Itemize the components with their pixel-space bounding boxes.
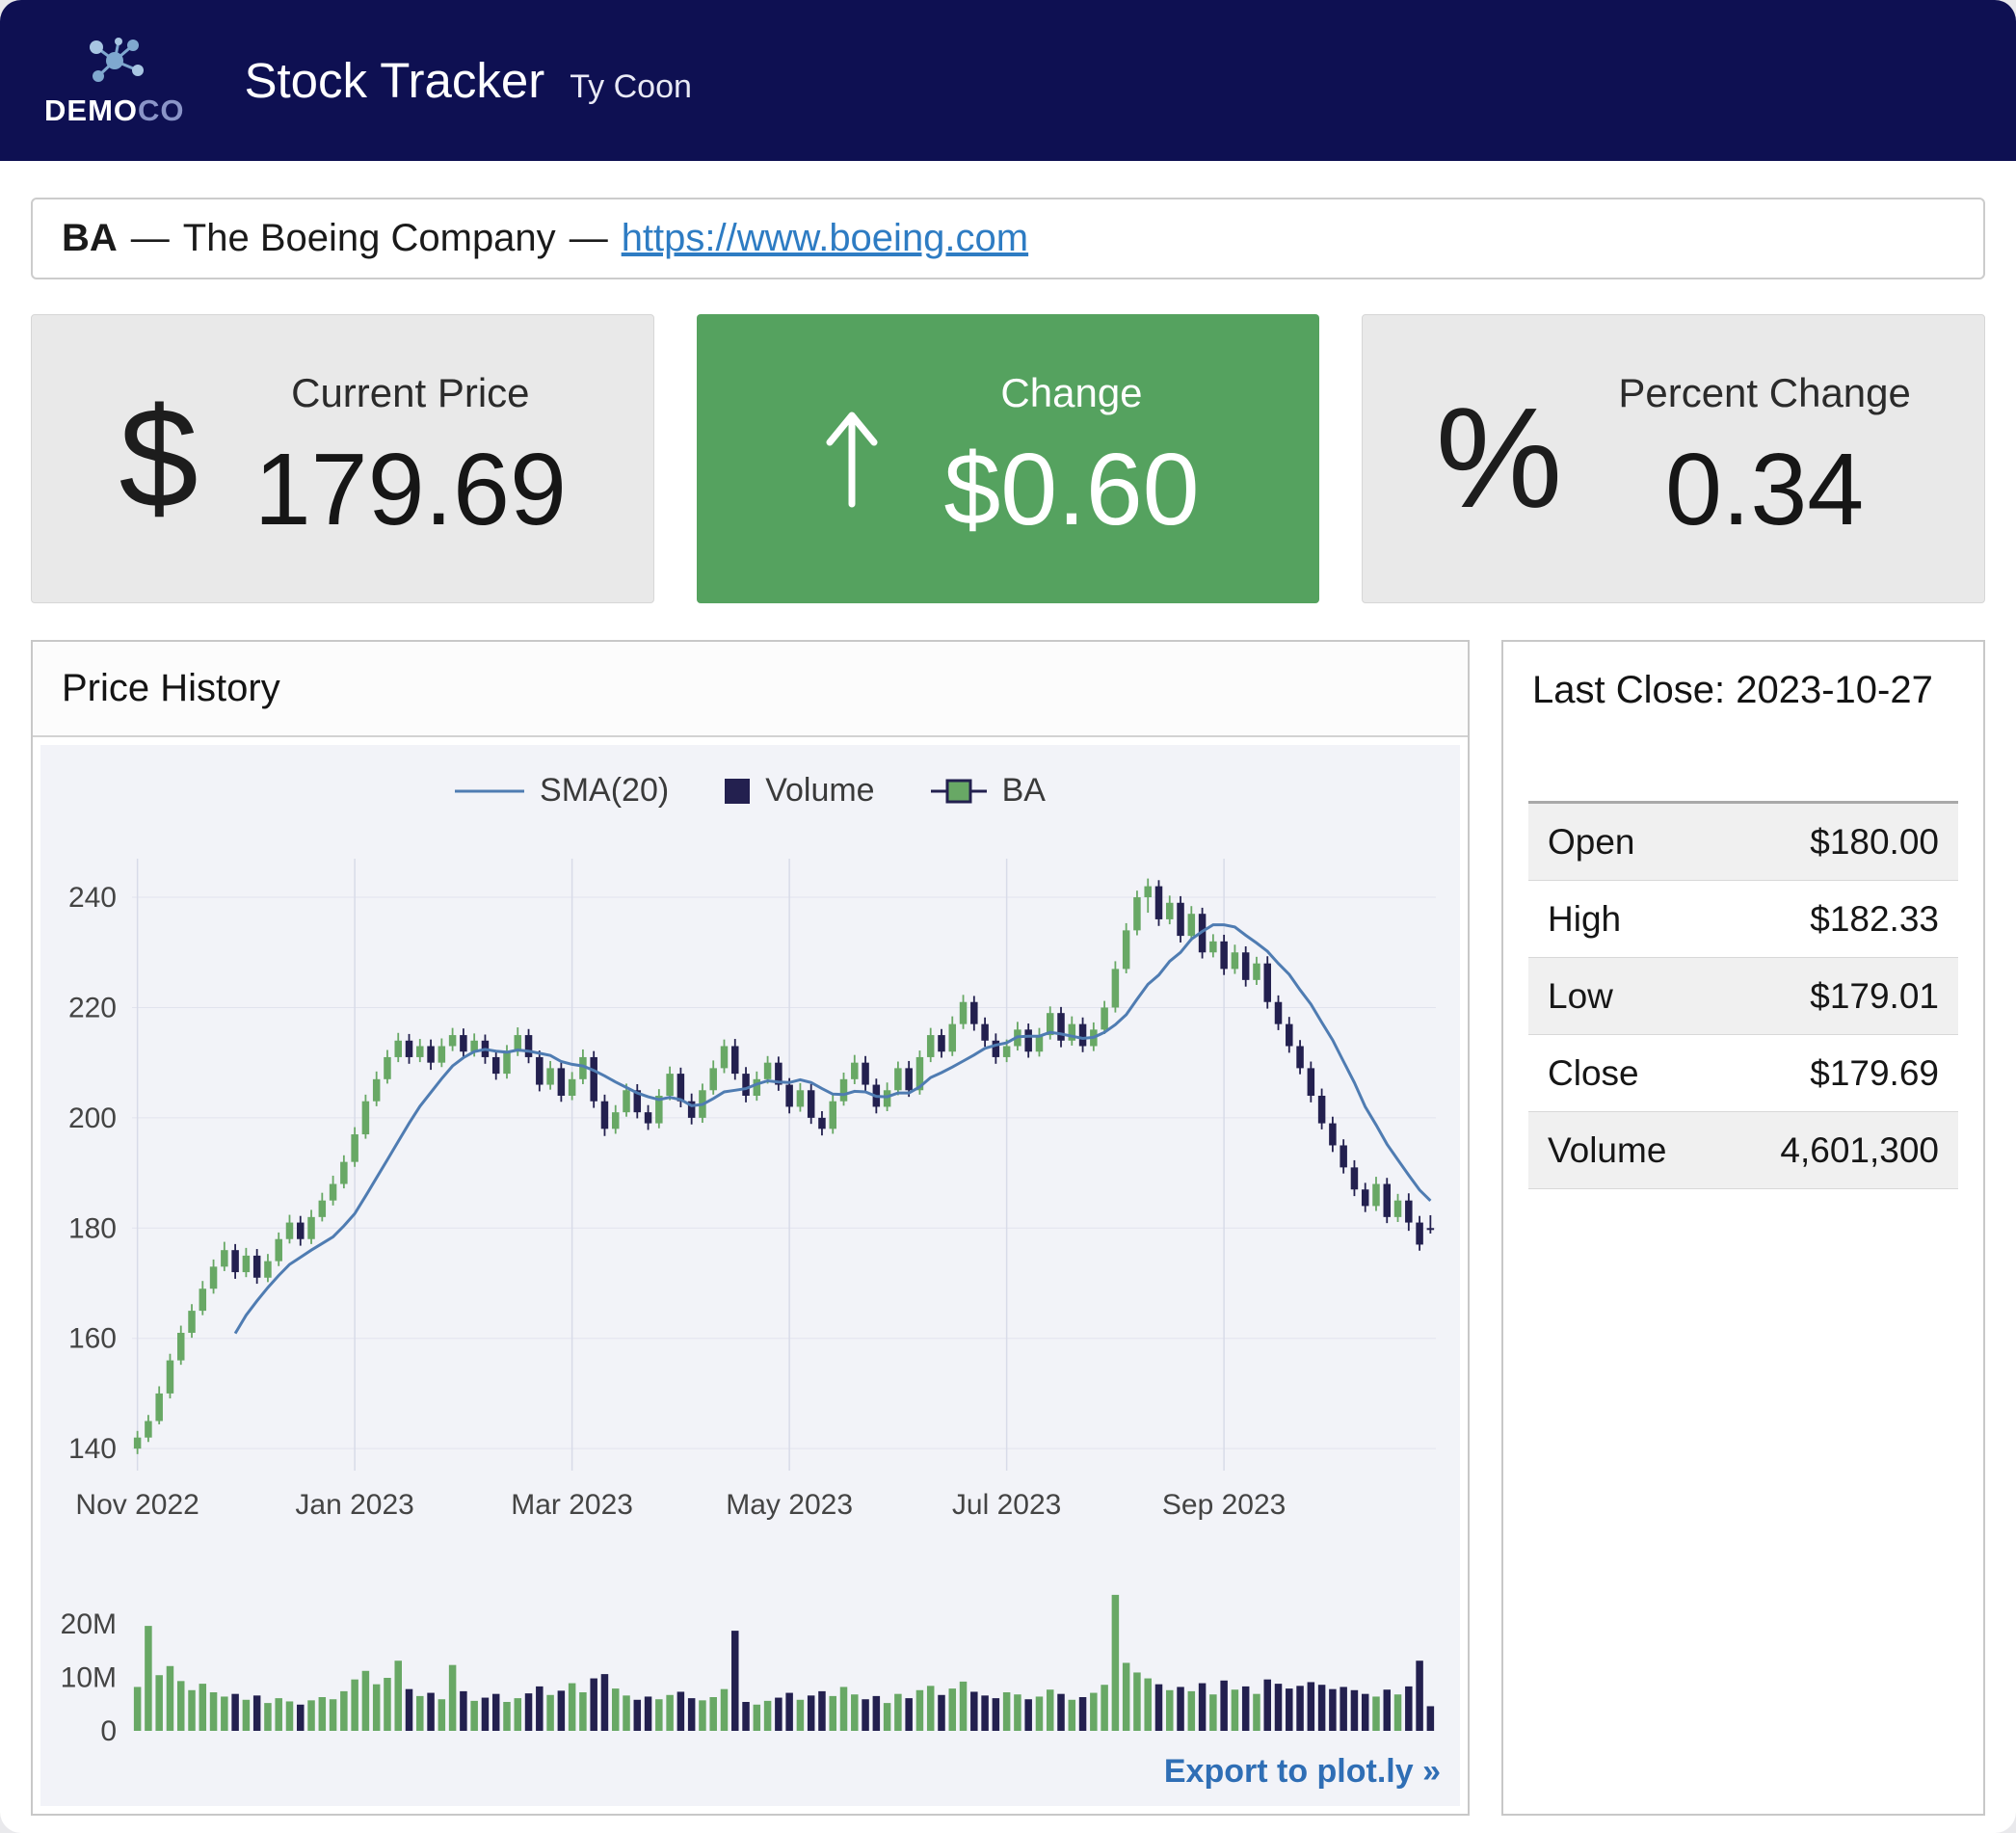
company-symbol: BA — [62, 217, 118, 260]
stat-card-current-price: $ Current Price 179.69 — [31, 314, 654, 603]
export-plotly-link[interactable]: Export to plot.ly » — [1164, 1753, 1441, 1790]
svg-text:20M: 20M — [61, 1608, 117, 1640]
volume-swatch-icon — [725, 779, 750, 804]
up-arrow-icon — [816, 402, 888, 516]
svg-text:140: 140 — [68, 1433, 117, 1465]
svg-text:May 2023: May 2023 — [726, 1489, 853, 1521]
svg-text:10M: 10M — [61, 1661, 117, 1693]
percent-change-label: Percent Change — [1618, 370, 1911, 416]
company-bar: BA — The Boeing Company — https://www.bo… — [31, 198, 1985, 279]
quote-value: $182.33 — [1810, 899, 1939, 940]
brand-text: DEMOCO — [44, 93, 185, 128]
svg-text:240: 240 — [68, 882, 117, 914]
brand-text-bold: DEMO — [44, 93, 138, 127]
legend-label-ba: BA — [1002, 772, 1046, 810]
current-price-value: 179.69 — [254, 432, 567, 548]
company-separator-2: — — [570, 217, 608, 260]
quote-label: Close — [1548, 1053, 1639, 1094]
quote-value: $180.00 — [1810, 822, 1939, 863]
candlestick-icon — [931, 776, 987, 807]
chart-area: SMA(20) Volume BA — [40, 745, 1460, 1806]
dollar-icon: $ — [119, 387, 198, 530]
quote-value: $179.69 — [1810, 1053, 1939, 1094]
legend-item-volume[interactable]: Volume — [725, 772, 874, 810]
quote-row-low: Low $179.01 — [1528, 958, 1958, 1035]
chart-wrapper: SMA(20) Volume BA — [33, 737, 1468, 1814]
percent-icon: % — [1436, 387, 1563, 530]
last-close-title: Last Close: 2023-10-27 — [1503, 669, 1983, 712]
sma-line-icon — [455, 787, 524, 795]
title-group: Stock Tracker Ty Coon — [245, 52, 692, 109]
export-row: Export to plot.ly » — [1164, 1753, 1460, 1806]
svg-text:Jan 2023: Jan 2023 — [295, 1489, 413, 1521]
last-close-panel: Last Close: 2023-10-27 Open $180.00 High… — [1501, 640, 1985, 1816]
svg-text:Nov 2022: Nov 2022 — [75, 1489, 199, 1521]
molecule-logo-icon — [77, 34, 152, 90]
legend-label-volume: Volume — [765, 772, 874, 810]
svg-text:220: 220 — [68, 992, 117, 1023]
stat-card-percent-change: % Percent Change 0.34 — [1362, 314, 1985, 603]
main-content: BA — The Boeing Company — https://www.bo… — [0, 198, 2016, 1816]
quote-value: 4,601,300 — [1780, 1130, 1939, 1171]
panels-row: Price History SMA(20) Volume — [31, 640, 1985, 1816]
quote-row-volume: Volume 4,601,300 — [1528, 1112, 1958, 1189]
quote-label: Open — [1548, 822, 1635, 863]
company-separator: — — [131, 217, 170, 260]
quote-value: $179.01 — [1810, 976, 1939, 1017]
price-history-panel: Price History SMA(20) Volume — [31, 640, 1470, 1816]
quote-row-high: High $182.33 — [1528, 881, 1958, 958]
legend-item-ba[interactable]: BA — [931, 772, 1046, 810]
stat-block: Percent Change 0.34 — [1618, 370, 1911, 548]
stat-block: Current Price 179.69 — [254, 370, 567, 548]
app-window: DEMOCO Stock Tracker Ty Coon BA — The Bo… — [0, 0, 2016, 1833]
quote-row-open: Open $180.00 — [1528, 804, 1958, 881]
quote-row-close: Close $179.69 — [1528, 1035, 1958, 1112]
company-name: The Boeing Company — [183, 217, 556, 260]
stat-block: Change $0.60 — [943, 370, 1199, 548]
app-title: Stock Tracker — [245, 52, 545, 109]
change-value: $0.60 — [943, 432, 1199, 548]
price-history-chart[interactable]: 140 160 180 200 220 240 Nov 2022 Jan 2023 Mar 20… — [40, 825, 1460, 1750]
quote-label: Volume — [1548, 1130, 1666, 1171]
chart-legend: SMA(20) Volume BA — [40, 772, 1460, 810]
company-website-link[interactable]: https://www.boeing.com — [622, 217, 1028, 260]
header: DEMOCO Stock Tracker Ty Coon — [0, 0, 2016, 161]
current-price-label: Current Price — [291, 370, 529, 416]
quote-label: High — [1548, 899, 1621, 940]
svg-text:200: 200 — [68, 1102, 117, 1134]
quote-label: Low — [1548, 976, 1613, 1017]
percent-change-value: 0.34 — [1665, 432, 1864, 548]
svg-text:180: 180 — [68, 1212, 117, 1244]
svg-text:0: 0 — [100, 1715, 117, 1747]
svg-text:160: 160 — [68, 1323, 117, 1355]
svg-text:Jul 2023: Jul 2023 — [952, 1489, 1061, 1521]
change-label: Change — [1000, 370, 1142, 416]
svg-text:Sep 2023: Sep 2023 — [1162, 1489, 1286, 1521]
stats-row: $ Current Price 179.69 Change $0.60 % Pe — [31, 314, 1985, 603]
brand-text-light: CO — [138, 93, 185, 127]
svg-text:Mar 2023: Mar 2023 — [511, 1489, 633, 1521]
price-history-title: Price History — [33, 642, 1468, 737]
app-subtitle: Ty Coon — [570, 68, 692, 106]
stat-card-change: Change $0.60 — [697, 314, 1318, 603]
legend-item-sma[interactable]: SMA(20) — [455, 772, 669, 810]
quote-table: Open $180.00 High $182.33 Low $179.01 Cl… — [1528, 801, 1958, 1189]
brand-logo: DEMOCO — [44, 34, 185, 128]
legend-label-sma: SMA(20) — [540, 772, 669, 810]
